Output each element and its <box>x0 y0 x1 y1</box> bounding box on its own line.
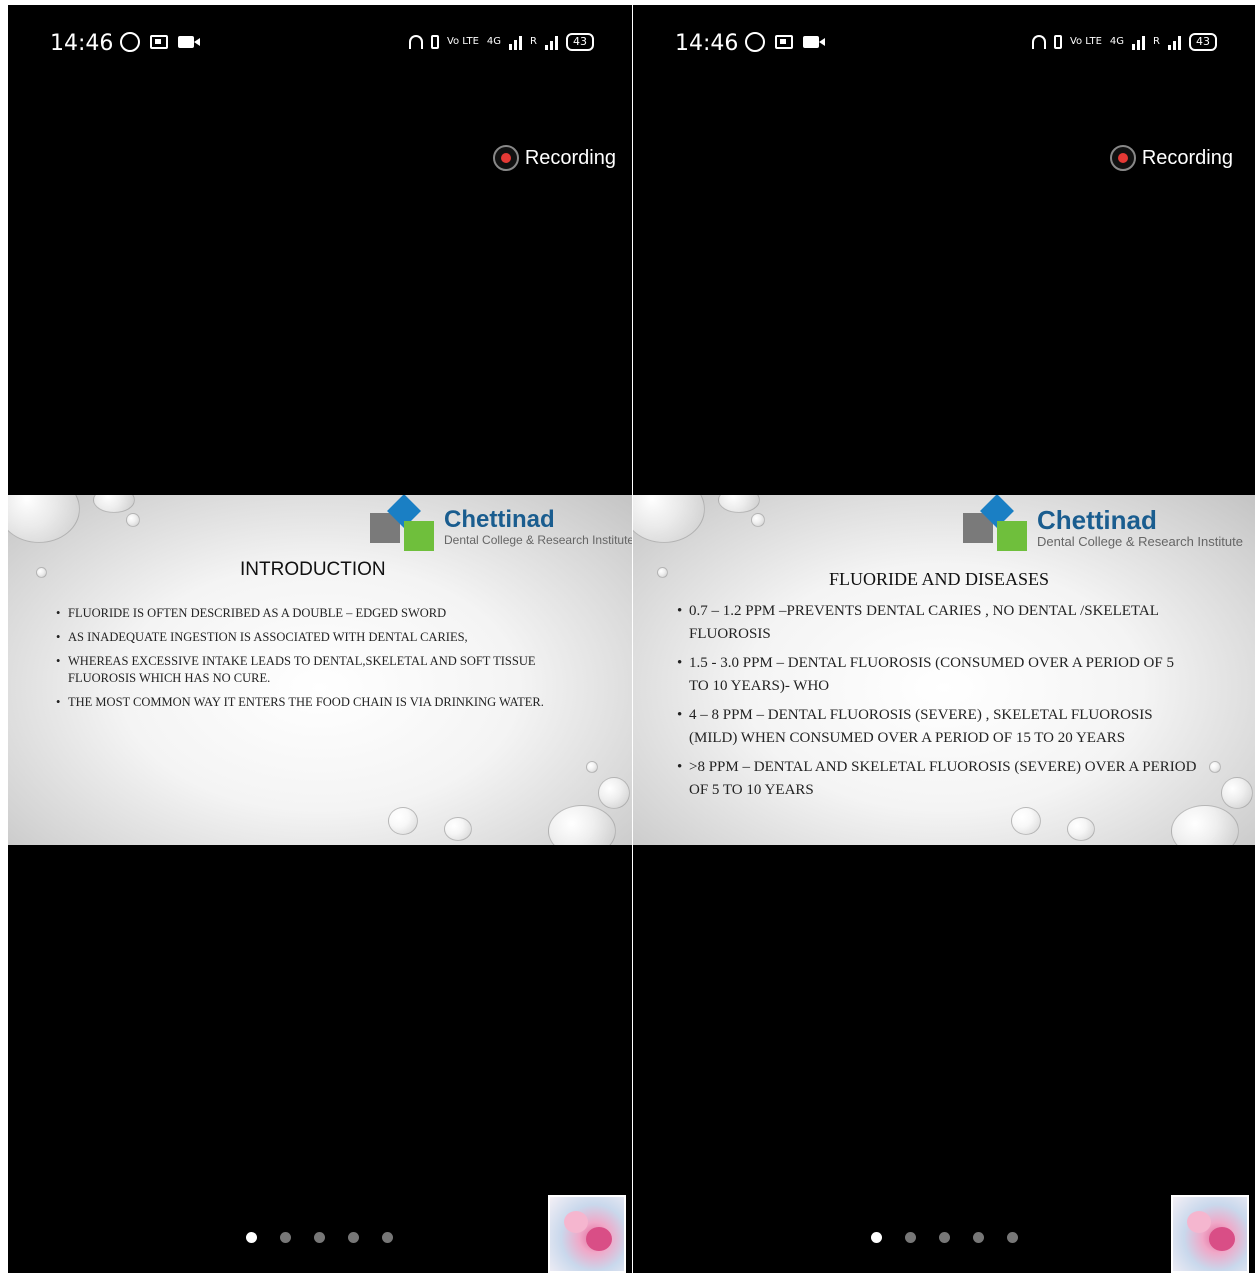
water-drop <box>36 567 47 578</box>
signal-icon <box>509 34 523 50</box>
whatsapp-icon <box>120 32 140 52</box>
battery-icon: 43 <box>566 33 594 51</box>
college-logo: Chettinad Dental College & Research Inst… <box>963 495 1243 555</box>
whatsapp-icon <box>745 32 765 52</box>
page-dot[interactable] <box>1007 1232 1018 1243</box>
page-dot[interactable] <box>348 1232 359 1243</box>
bullet-item: THE MOST COMMON WAY IT ENTERS THE FOOD C… <box>56 694 556 711</box>
screenshot-icon <box>775 35 793 49</box>
slide-title: INTRODUCTION <box>240 559 386 580</box>
headset-icon <box>1031 35 1046 49</box>
bullet-item: 4 – 8 PPM – DENTAL FLUOROSIS (SEVERE) , … <box>677 704 1197 750</box>
recording-label: Recording <box>1141 146 1233 169</box>
record-dot-icon <box>492 145 519 171</box>
college-logo: Chettinad Dental College & Research Inst… <box>370 495 632 555</box>
logo-name: Chettinad <box>444 506 555 533</box>
signal-icon-2 <box>1168 34 1181 50</box>
water-drop <box>1011 807 1041 835</box>
phone-screen-right: 14:46 Vo LTE 4G R 43 Recording Chettinad… <box>633 5 1255 1273</box>
bullet-item: >8 PPM – DENTAL AND SKELETAL FLUOROSIS (… <box>677 756 1197 802</box>
network-label: 4G <box>486 36 502 47</box>
page-dot[interactable] <box>939 1232 950 1243</box>
status-bar: 14:46 Vo LTE 4G R 43 <box>633 5 1255 85</box>
logo-name: Chettinad <box>1037 504 1157 535</box>
slide-bullet-list: 0.7 – 1.2 PPM –PREVENTS DENTAL CARIES , … <box>677 600 1197 808</box>
volte-label: Vo LTE <box>1069 36 1102 47</box>
page-dot[interactable] <box>382 1232 393 1243</box>
water-drop <box>751 513 765 527</box>
roaming-label: R <box>1153 36 1160 47</box>
roaming-label: R <box>530 36 537 47</box>
status-time: 14:46 <box>675 31 739 56</box>
bullet-item: 0.7 – 1.2 PPM –PREVENTS DENTAL CARIES , … <box>677 600 1197 646</box>
water-drop <box>633 495 705 543</box>
participant-thumbnail[interactable] <box>548 1195 626 1273</box>
water-drop <box>8 495 80 543</box>
logo-mark-icon <box>963 495 1029 555</box>
water-drop <box>1067 817 1095 841</box>
page-dot[interactable] <box>905 1232 916 1243</box>
vibrate-icon <box>1053 35 1062 49</box>
network-label: 4G <box>1109 36 1125 47</box>
recording-label: Recording <box>524 146 616 169</box>
water-drop <box>93 495 135 513</box>
phone-screen-left: 14:46 Vo LTE 4G R 43 Recording Chettinad… <box>8 5 632 1273</box>
page-dot[interactable] <box>973 1232 984 1243</box>
video-call-icon <box>178 36 200 48</box>
recording-indicator[interactable]: Recording <box>492 145 616 171</box>
battery-icon: 43 <box>1189 33 1217 51</box>
water-drop <box>657 567 668 578</box>
bullet-item: AS INADEQUATE INGESTION IS ASSOCIATED WI… <box>56 629 556 646</box>
status-bar: 14:46 Vo LTE 4G R 43 <box>8 5 632 85</box>
slide-bullet-list: FLUORIDE IS OFTEN DESCRIBED AS A DOUBLE … <box>56 605 556 718</box>
water-drop <box>1171 805 1239 845</box>
page-indicator <box>871 1232 1018 1243</box>
vibrate-icon <box>430 35 439 49</box>
status-time: 14:46 <box>50 31 114 56</box>
page-dot[interactable] <box>280 1232 291 1243</box>
screenshot-icon <box>150 35 168 49</box>
water-drop <box>718 495 760 513</box>
volte-label: Vo LTE <box>446 36 479 47</box>
water-drop <box>548 805 616 845</box>
logo-subtitle: Dental College & Research Institute <box>1037 533 1243 549</box>
page-dot[interactable] <box>314 1232 325 1243</box>
water-drop <box>1209 761 1221 773</box>
page-dot-active[interactable] <box>871 1232 882 1243</box>
logo-subtitle: Dental College & Research Institute <box>444 533 632 547</box>
signal-icon <box>1132 34 1146 50</box>
record-dot-icon <box>1109 145 1136 171</box>
shared-slide-introduction[interactable]: Chettinad Dental College & Research Inst… <box>8 495 632 845</box>
water-drop <box>586 761 598 773</box>
participant-thumbnail[interactable] <box>1171 1195 1249 1273</box>
page-dot-active[interactable] <box>246 1232 257 1243</box>
water-drop <box>388 807 418 835</box>
signal-icon-2 <box>545 34 558 50</box>
slide-title: FLUORIDE AND DISEASES <box>829 569 1050 589</box>
bullet-item: FLUORIDE IS OFTEN DESCRIBED AS A DOUBLE … <box>56 605 556 622</box>
logo-mark-icon <box>370 495 436 555</box>
water-drop <box>598 777 630 809</box>
video-call-icon <box>803 36 825 48</box>
bullet-item: 1.5 - 3.0 PPM – DENTAL FLUOROSIS (CONSUM… <box>677 652 1197 698</box>
water-drop <box>1221 777 1253 809</box>
shared-slide-fluoride-diseases[interactable]: Chettinad Dental College & Research Inst… <box>633 495 1255 845</box>
recording-indicator[interactable]: Recording <box>1109 145 1233 171</box>
water-drop <box>444 817 472 841</box>
headset-icon <box>408 35 423 49</box>
page-indicator <box>246 1232 393 1243</box>
bullet-item: WHEREAS EXCESSIVE INTAKE LEADS TO DENTAL… <box>56 653 556 687</box>
water-drop <box>126 513 140 527</box>
